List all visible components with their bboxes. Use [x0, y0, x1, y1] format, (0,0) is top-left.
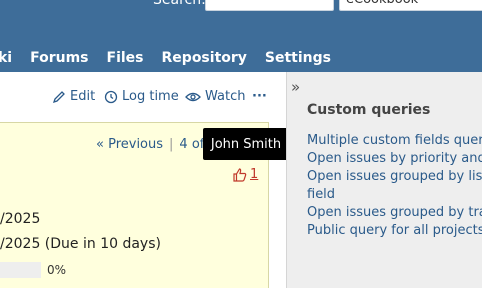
sidebar: » Custom queries Multiple custom fields … — [286, 72, 482, 288]
issue-navigation: « Previous | 4 of — [96, 137, 204, 152]
query-link[interactable]: Open issues grouped by list c — [307, 168, 482, 186]
done-ratio-label: 0% — [47, 263, 67, 277]
menu-item-forums[interactable]: Forums — [30, 50, 88, 70]
contextual-actions: Edit Log time Watch ··· — [0, 89, 286, 107]
menu-item-files[interactable]: Files — [107, 50, 144, 70]
watch-label: Watch — [205, 89, 246, 104]
search-label: Search: — [153, 0, 206, 8]
menu-item-settings[interactable]: Settings — [265, 50, 331, 70]
done-ratio-progress-bar — [0, 262, 41, 278]
custom-queries-list: Multiple custom fields query Open issues… — [307, 132, 482, 240]
thumbs-up-icon — [233, 167, 247, 182]
main-menu: ki Forums Files Repository Settings — [0, 50, 349, 70]
query-link[interactable]: Public query for all projects — [307, 222, 482, 240]
log-time-label: Log time — [122, 89, 179, 104]
collapse-sidebar-icon[interactable]: » — [291, 78, 300, 96]
menu-item-repository[interactable]: Repository — [162, 50, 247, 70]
eye-icon — [185, 92, 201, 101]
project-jump-select[interactable]: eCookbook — [339, 0, 482, 11]
assignee-tooltip: John Smith — [203, 128, 289, 160]
main-content: Edit Log time Watch ··· « Previous | 4 o… — [0, 72, 286, 288]
nav-separator: | — [169, 137, 174, 152]
watch-link[interactable]: Watch — [185, 89, 245, 104]
due-date-value: /2025 (Due in 10 days) — [0, 236, 161, 252]
vote-count[interactable]: 1 — [250, 167, 258, 182]
clock-icon — [104, 90, 118, 103]
vote-button[interactable]: 1 — [233, 167, 258, 182]
edit-label: Edit — [70, 89, 96, 104]
issue-position: 4 of — [179, 137, 205, 152]
query-link[interactable]: Open issues grouped by track — [307, 204, 482, 222]
pencil-icon — [52, 90, 65, 103]
search-input[interactable] — [205, 0, 334, 11]
previous-issue-link[interactable]: « Previous — [96, 137, 163, 152]
edit-link[interactable]: Edit — [52, 89, 95, 104]
top-header: Search: eCookbook ki Forums Files Reposi… — [0, 0, 482, 72]
menu-item-wiki[interactable]: ki — [0, 50, 12, 70]
query-link-continued[interactable]: field — [307, 186, 482, 204]
custom-queries-heading: Custom queries — [307, 102, 431, 118]
query-link[interactable]: Open issues by priority and t — [307, 150, 482, 168]
query-link[interactable]: Multiple custom fields query — [307, 132, 482, 150]
log-time-link[interactable]: Log time — [104, 89, 179, 104]
start-date-value: /2025 — [0, 211, 41, 227]
more-actions-icon[interactable]: ··· — [252, 89, 267, 104]
